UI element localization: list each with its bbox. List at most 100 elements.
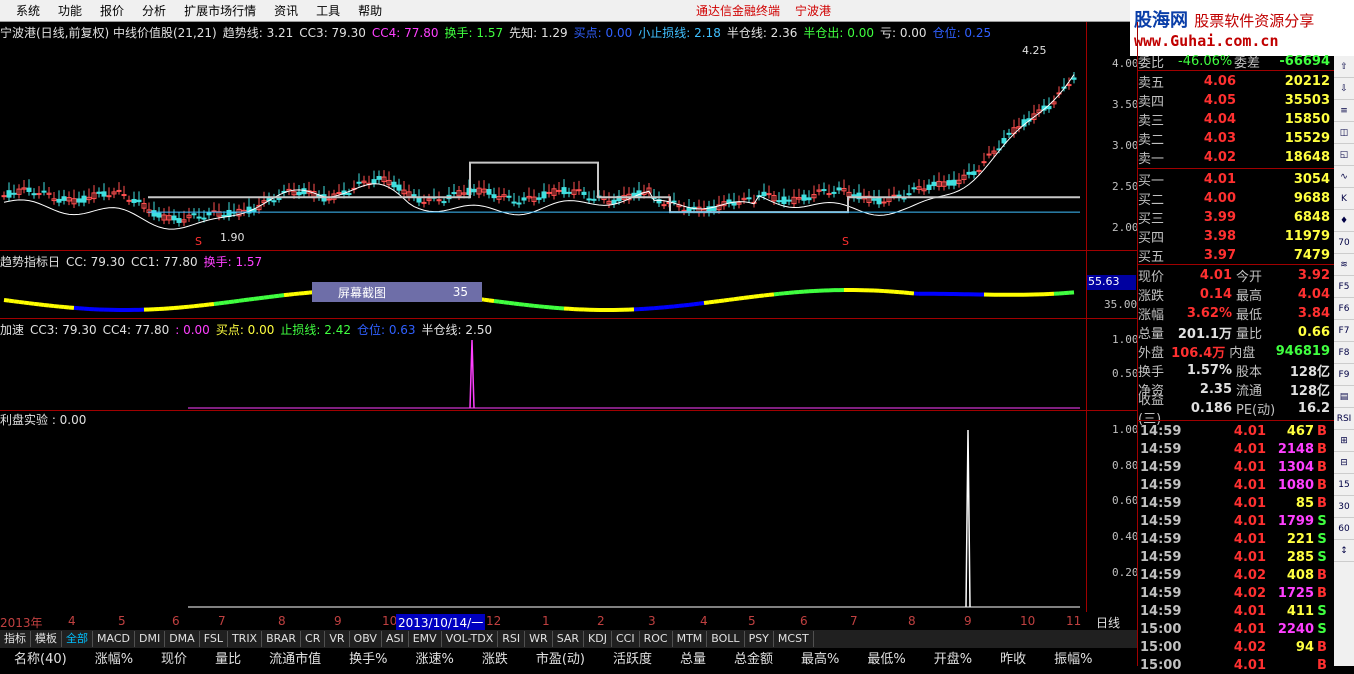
bid-row[interactable]: 买二4.009688 <box>1138 189 1330 207</box>
sidebar-tool-icon[interactable]: 15 <box>1334 474 1354 496</box>
candle-body <box>582 192 586 194</box>
tab-obv[interactable]: OBV <box>350 631 382 647</box>
column-header-cell[interactable]: 涨跌 <box>468 648 522 667</box>
sidebar-tool-icon[interactable]: K <box>1334 188 1354 210</box>
tab-dma[interactable]: DMA <box>165 631 200 647</box>
menu-item-function[interactable]: 功能 <box>49 2 91 19</box>
screenshot-button[interactable]: 屏幕截图 35 <box>312 282 482 302</box>
menu-item-quote[interactable]: 报价 <box>91 2 133 19</box>
column-header-cell[interactable]: 总金额 <box>720 648 787 667</box>
tab-brar[interactable]: BRAR <box>262 631 301 647</box>
menu-item-system[interactable]: 系统 <box>0 2 49 19</box>
profit-experiment-chart[interactable] <box>0 420 1090 610</box>
tab-模板[interactable]: 模板 <box>31 631 62 647</box>
sidebar-tool-icon[interactable]: ◱ <box>1334 144 1354 166</box>
sidebar-tool-icon[interactable]: ⊞ <box>1334 430 1354 452</box>
column-header-cell[interactable]: 振幅% <box>1040 648 1106 667</box>
column-header-cell[interactable]: 昨收 <box>986 648 1040 667</box>
tab-指标[interactable]: 指标 <box>0 631 31 647</box>
tab-boll[interactable]: BOLL <box>707 631 744 647</box>
trend-indicator-chart[interactable] <box>0 262 1090 322</box>
column-header-cell[interactable]: 现价 <box>147 648 201 667</box>
column-header-cell[interactable]: 涨幅% <box>81 648 147 667</box>
acceleration-chart[interactable] <box>0 332 1090 412</box>
column-header-cell[interactable]: 开盘% <box>920 648 986 667</box>
sidebar-tool-icon[interactable]: F9 <box>1334 364 1354 386</box>
bid-row[interactable]: 买五3.977479 <box>1138 246 1330 264</box>
tab-vol-tdx[interactable]: VOL-TDX <box>442 631 499 647</box>
column-header-cell[interactable]: 流通市值 <box>255 648 335 667</box>
tab-emv[interactable]: EMV <box>409 631 442 647</box>
sidebar-tool-icon[interactable]: ↕ <box>1334 540 1354 562</box>
column-header-cell[interactable]: 最高% <box>787 648 853 667</box>
bid-row[interactable]: 买四3.9811979 <box>1138 227 1330 245</box>
tab-cr[interactable]: CR <box>301 631 325 647</box>
ask-row[interactable]: 卖二4.0315529 <box>1138 129 1330 147</box>
sidebar-tool-icon[interactable]: ▤ <box>1334 386 1354 408</box>
sidebar-tool-icon[interactable]: 60 <box>1334 518 1354 540</box>
candle-body <box>302 189 306 194</box>
column-header-cell[interactable]: 换手% <box>335 648 401 667</box>
column-header-cell[interactable]: 量比 <box>201 648 255 667</box>
sidebar-tool-icon[interactable]: 70 <box>1334 232 1354 254</box>
stat-label: 现价 <box>1138 266 1172 285</box>
bid-row[interactable]: 买三3.996848 <box>1138 208 1330 226</box>
tab-fsl[interactable]: FSL <box>200 631 228 647</box>
sidebar-tool-icon[interactable]: F6 <box>1334 298 1354 320</box>
ask-row[interactable]: 卖一4.0218648 <box>1138 148 1330 166</box>
bid-row[interactable]: 买一4.013054 <box>1138 170 1330 188</box>
column-header-cell[interactable]: 市盈(动) <box>522 648 599 667</box>
column-header-cell[interactable]: 涨速% <box>401 648 467 667</box>
menu-item-help[interactable]: 帮助 <box>349 2 391 19</box>
tab-kdj[interactable]: KDJ <box>584 631 612 647</box>
sidebar-tool-icon[interactable]: ≡ <box>1334 100 1354 122</box>
tab-mtm[interactable]: MTM <box>673 631 708 647</box>
sidebar-tool-icon[interactable]: ∿ <box>1334 166 1354 188</box>
ask-row[interactable]: 卖三4.0415850 <box>1138 110 1330 128</box>
column-header-cell[interactable]: 名称(40) <box>0 648 81 667</box>
sidebar-tool-icon[interactable]: 30 <box>1334 496 1354 518</box>
column-header-cell[interactable]: 总量 <box>666 648 720 667</box>
column-header-cell[interactable]: 活跃度 <box>599 648 666 667</box>
sidebar-tool-icon[interactable]: RSI <box>1334 408 1354 430</box>
tick-time: 14:59 <box>1140 496 1200 511</box>
trend-segment <box>9 301 14 302</box>
column-header-cell[interactable]: 最低% <box>853 648 919 667</box>
sidebar-tool-icon[interactable]: F7 <box>1334 320 1354 342</box>
period-button[interactable]: 日线 <box>1096 614 1120 631</box>
tab-trix[interactable]: TRIX <box>228 631 262 647</box>
tab-rsi[interactable]: RSI <box>498 631 525 647</box>
sidebar-tool-icon[interactable]: ♦ <box>1334 210 1354 232</box>
ask-row[interactable]: 卖四4.0535503 <box>1138 91 1330 109</box>
sidebar-tool-icon[interactable]: ◫ <box>1334 122 1354 144</box>
sidebar-tool-icon[interactable]: ≋ <box>1334 254 1354 276</box>
ask-row[interactable]: 卖五4.0620212 <box>1138 72 1330 90</box>
tab-cci[interactable]: CCI <box>612 631 640 647</box>
price-chart[interactable]: SS <box>0 38 1090 268</box>
tab-wr[interactable]: WR <box>525 631 553 647</box>
stat-label: 总量 <box>1138 323 1172 342</box>
menu-item-news[interactable]: 资讯 <box>265 2 307 19</box>
tick-row: 14:594.01467B <box>1140 422 1330 440</box>
menu-item-analysis[interactable]: 分析 <box>133 2 175 19</box>
tab-vr[interactable]: VR <box>325 631 349 647</box>
sidebar-tool-icon[interactable]: ⊟ <box>1334 452 1354 474</box>
menu-item-tools[interactable]: 工具 <box>307 2 349 19</box>
menu-item-extended-market[interactable]: 扩展市场行情 <box>175 2 265 19</box>
tab-roc[interactable]: ROC <box>640 631 673 647</box>
sidebar-tool-icon[interactable]: ⇧ <box>1334 56 1354 78</box>
sidebar-tool-icon[interactable]: F5 <box>1334 276 1354 298</box>
sidebar-tool-icon[interactable]: F8 <box>1334 342 1354 364</box>
tab-macd[interactable]: MACD <box>93 631 135 647</box>
tab-dmi[interactable]: DMI <box>135 631 165 647</box>
trend-segment <box>729 299 734 300</box>
tick-time: 14:59 <box>1140 424 1200 439</box>
tick-row: 14:594.01411S <box>1140 602 1330 620</box>
tab-mcst[interactable]: MCST <box>774 631 814 647</box>
trend-segment <box>714 301 719 302</box>
tab-sar[interactable]: SAR <box>553 631 584 647</box>
tab-全部[interactable]: 全部 <box>62 631 93 647</box>
tab-psy[interactable]: PSY <box>745 631 774 647</box>
sidebar-tool-icon[interactable]: ⇩ <box>1334 78 1354 100</box>
tab-asi[interactable]: ASI <box>382 631 409 647</box>
